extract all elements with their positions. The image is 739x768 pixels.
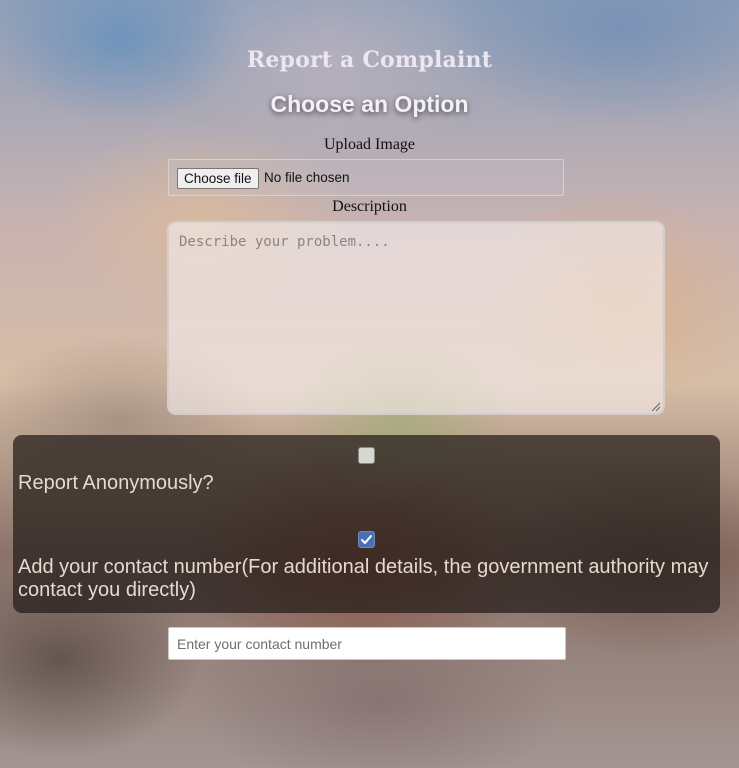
page-subtitle: Choose an Option: [270, 91, 469, 117]
contact-checkbox[interactable]: [358, 531, 375, 548]
choose-file-button[interactable]: Choose file: [177, 168, 259, 189]
checkmark-icon: [361, 535, 372, 544]
resize-handle-icon[interactable]: [650, 401, 661, 412]
page-title: Report a Complaint: [246, 47, 493, 73]
anonymous-checkbox[interactable]: [358, 447, 375, 464]
contact-label: Add your contact number(For additional d…: [18, 556, 709, 601]
anonymous-label: Report Anonymously?: [18, 472, 214, 494]
description-label: Description: [332, 198, 407, 215]
upload-image-label: Upload Image: [323, 136, 416, 153]
image-upload-field[interactable]: Choose file No file chosen: [168, 159, 564, 196]
description-textarea[interactable]: [167, 221, 665, 415]
options-panel: Report Anonymously? Add your contact num…: [13, 435, 720, 613]
contact-number-input[interactable]: [168, 627, 566, 660]
file-status-text: No file chosen: [264, 170, 350, 185]
